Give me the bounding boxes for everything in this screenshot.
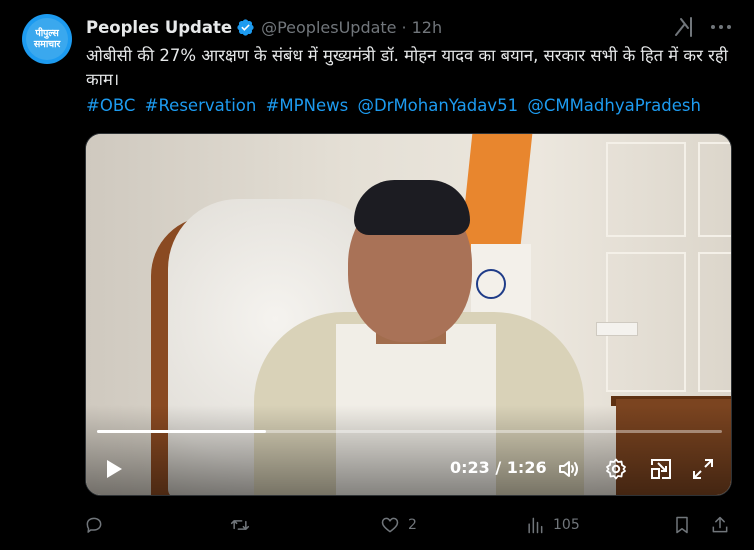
mention-cmmadhyapradesh[interactable]: @CMMadhyaPradesh: [527, 96, 701, 115]
timestamp[interactable]: 12h: [412, 18, 443, 37]
video-current-time: 0:23: [450, 458, 490, 477]
tweet-text: ओबीसी की 27% आरक्षण के संबंध में मुख्यमं…: [86, 46, 728, 89]
play-icon[interactable]: [100, 456, 126, 482]
display-name[interactable]: Peoples Update: [86, 18, 232, 37]
video-progress-bar[interactable]: [97, 430, 722, 433]
wall-panel: [606, 142, 686, 237]
views-button[interactable]: 105: [525, 512, 580, 538]
grok-icon[interactable]: [672, 15, 696, 39]
hashtag-reservation[interactable]: #Reservation: [145, 96, 257, 115]
avatar[interactable]: पीपुल्स समाचार: [22, 14, 72, 64]
more-dot: [727, 25, 731, 29]
bookmark-button[interactable]: [672, 512, 692, 538]
fullscreen-icon[interactable]: [690, 456, 716, 482]
retweet-icon: [230, 520, 250, 530]
views-count: 105: [553, 517, 580, 533]
share-button[interactable]: [710, 512, 730, 538]
wall-panel: [698, 252, 731, 392]
video-progress-fill: [97, 430, 266, 433]
like-icon: [381, 517, 399, 533]
flag-saffron: [459, 134, 533, 254]
reply-button[interactable]: [84, 512, 112, 538]
settings-icon[interactable]: [603, 456, 629, 482]
action-bar: 2 105: [0, 512, 754, 538]
flag-chakra: [476, 269, 506, 299]
avatar-logo-line1: पीपुल्स: [35, 28, 59, 39]
mention-drmohanyadav51[interactable]: @DrMohanYadav51: [357, 96, 518, 115]
volume-icon[interactable]: [556, 456, 582, 482]
wall-panel: [698, 142, 731, 237]
video-time-separator: /: [489, 458, 507, 477]
video-player[interactable]: 0:23 / 1:26: [85, 133, 732, 496]
pip-icon[interactable]: [648, 456, 674, 482]
tweet[interactable]: पीपुल्स समाचार Peoples Update @PeoplesUp…: [0, 0, 754, 550]
video-duration: 1:26: [506, 458, 547, 477]
retweet-button[interactable]: [230, 512, 258, 538]
more-dot: [711, 25, 715, 29]
wall-outlet: [596, 322, 638, 336]
tweet-tags: #OBC #Reservation #MPNews @DrMohanYadav5…: [86, 94, 705, 118]
more-icon[interactable]: [708, 15, 734, 39]
views-icon: [528, 517, 543, 534]
bookmark-icon: [676, 516, 688, 534]
share-icon: [712, 516, 728, 533]
reply-icon: [86, 517, 102, 533]
avatar-logo-line2: समाचार: [33, 39, 61, 50]
video-time-readout: 0:23 / 1:26: [450, 456, 547, 480]
like-count: 2: [408, 517, 417, 533]
more-dot: [719, 25, 723, 29]
handle[interactable]: @PeoplesUpdate: [261, 18, 396, 37]
verified-badge-icon[interactable]: [236, 18, 255, 37]
video-controls-shade: [86, 405, 731, 495]
separator-dot: ·: [401, 17, 407, 37]
like-button[interactable]: 2: [380, 512, 417, 538]
hashtag-mpnews[interactable]: #MPNews: [266, 96, 349, 115]
person-hair: [354, 180, 470, 235]
hashtag-obc[interactable]: #OBC: [86, 96, 135, 115]
tweet-header: Peoples Update @PeoplesUpdate · 12h: [86, 16, 442, 38]
